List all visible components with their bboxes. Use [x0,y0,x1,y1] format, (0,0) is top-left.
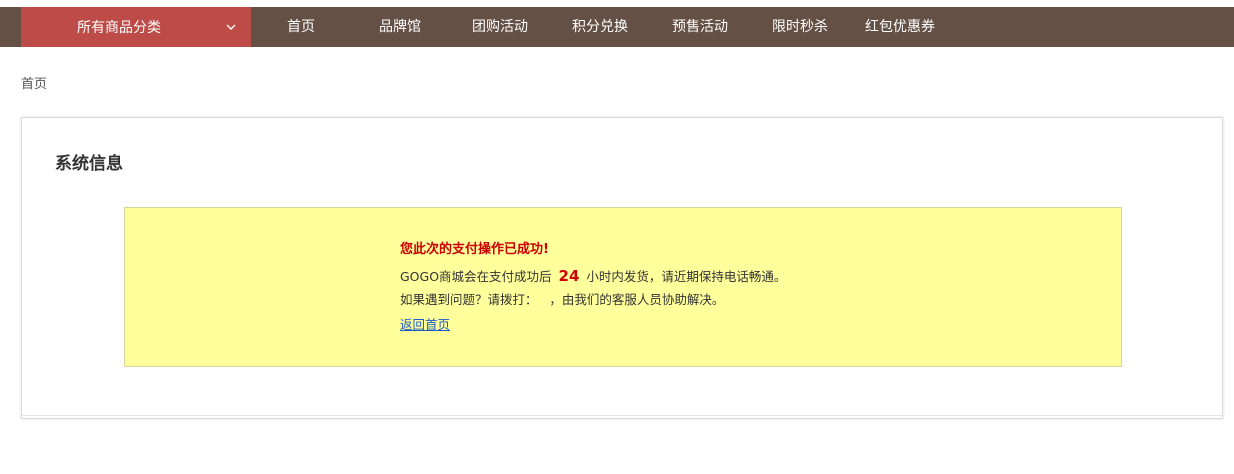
all-categories-button[interactable]: 所有商品分类 [21,7,251,47]
nav-item-presale[interactable]: 预售活动 [672,7,728,47]
shipping-info-line: GOGO商城会在支付成功后 24 小时内发货，请近期保持电话畅通。 [400,267,786,286]
panel-title: 系统信息 [55,154,123,174]
nav-item-home[interactable]: 首页 [287,7,315,47]
nav-item-flash-sale[interactable]: 限时秒杀 [772,7,828,47]
main-navbar: 所有商品分类 首页 品牌馆 团购活动 积分兑换 预售活动 限时秒杀 红包优惠券 [0,7,1234,47]
system-info-panel: 系统信息 您此次的支付操作已成功! GOGO商城会在支付成功后 24 小时内发货… [21,117,1223,419]
nav-item-group-buy[interactable]: 团购活动 [472,7,528,47]
back-to-home-link[interactable]: 返回首页 [400,314,450,333]
shipping-info-suffix: 小时内发货，请近期保持电话畅通。 [586,269,787,284]
nav-item-coupons[interactable]: 红包优惠券 [865,7,935,47]
breadcrumb[interactable]: 首页 [21,73,47,92]
chevron-down-icon [226,24,236,30]
support-contact-line: 如果遇到问题？请拨打： ，由我们的客服人员协助解决。 [400,292,725,307]
all-categories-label: 所有商品分类 [77,20,161,36]
nav-item-points-exchange[interactable]: 积分兑换 [572,7,628,47]
shipping-info-prefix: GOGO商城会在支付成功后 [400,269,552,284]
payment-success-notice: 您此次的支付操作已成功! GOGO商城会在支付成功后 24 小时内发货，请近期保… [124,207,1122,367]
shipping-hours: 24 [558,267,580,285]
nav-item-brands[interactable]: 品牌馆 [379,7,421,47]
success-heading: 您此次的支付操作已成功! [400,242,549,257]
